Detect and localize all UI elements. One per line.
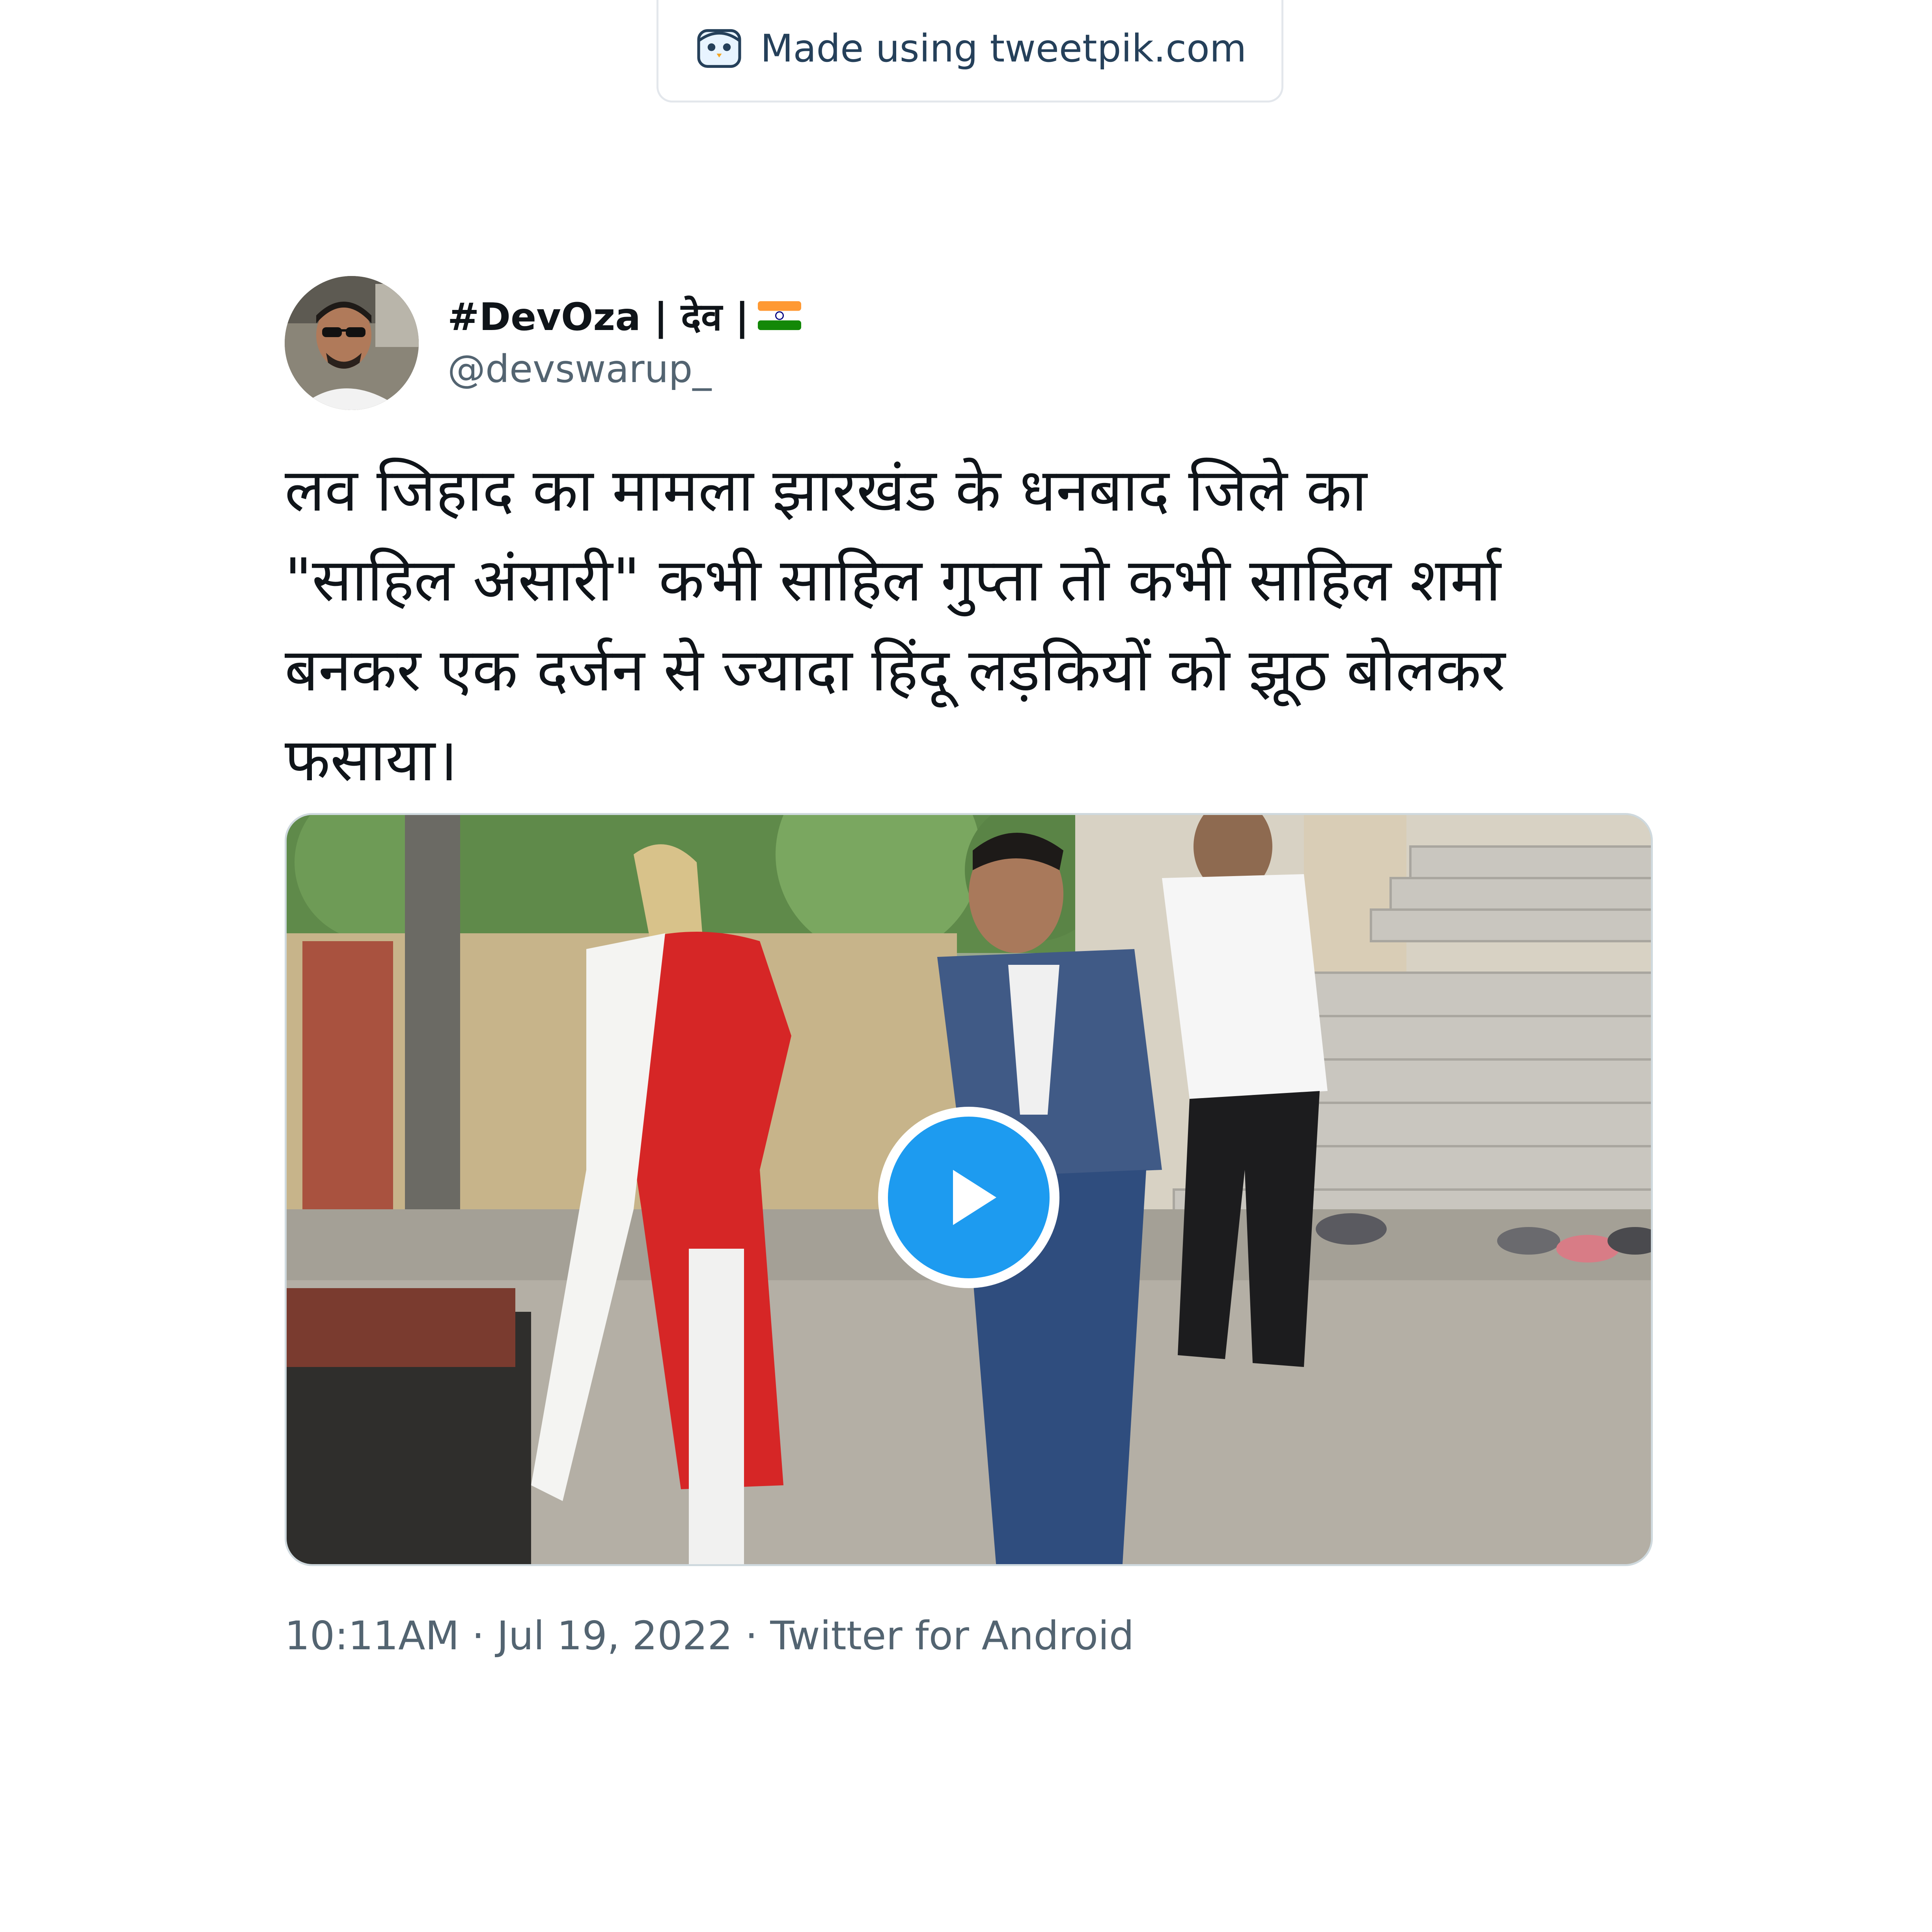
display-name[interactable]: #DevOza | देव | [448, 290, 749, 341]
meta-separator: · [472, 1613, 485, 1659]
tweetpik-watermark[interactable]: Made using tweetpik.com [656, 0, 1283, 103]
tweet-text: लव जिहाद का मामला झारखंड के धनबाद जिले क… [285, 456, 1505, 794]
tweet-date[interactable]: Jul 19, 2022 [497, 1613, 733, 1659]
meta-separator: · [745, 1613, 758, 1659]
watermark-text: Made using tweetpik.com [760, 26, 1247, 71]
play-icon [953, 1170, 996, 1225]
video-thumbnail[interactable] [285, 813, 1653, 1566]
tweetpik-bird-icon [697, 29, 741, 68]
user-handle[interactable]: @devswarup_ [448, 347, 711, 391]
author-name-row[interactable]: #DevOza | देव | [448, 288, 801, 343]
india-flag-icon [757, 301, 801, 330]
tweet-time[interactable]: 10:11AM [285, 1613, 459, 1659]
tweet-meta: 10:11AM · Jul 19, 2022 · Twitter for And… [285, 1613, 1134, 1659]
tweet-source[interactable]: Twitter for Android [770, 1613, 1134, 1659]
user-avatar[interactable] [285, 276, 419, 410]
play-button[interactable] [878, 1107, 1059, 1288]
